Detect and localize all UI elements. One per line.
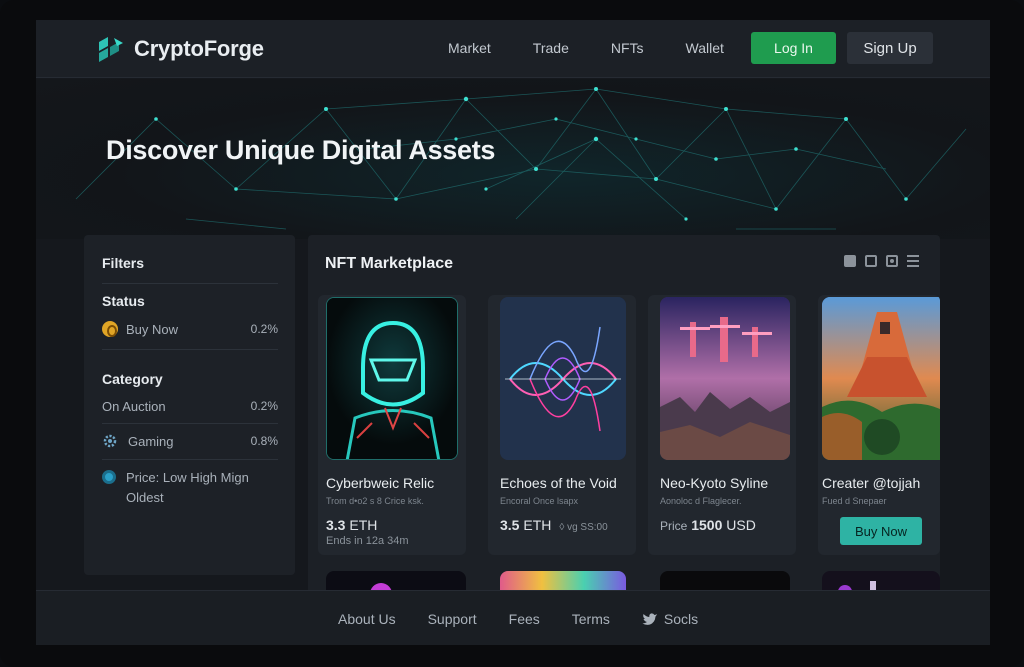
filter-value: 0.2% xyxy=(250,322,278,336)
nft-artwork[interactable] xyxy=(660,297,790,460)
nav-link-market[interactable]: Market xyxy=(448,40,491,56)
login-button[interactable]: Log In xyxy=(751,32,836,64)
footer-links: About Us Support Fees Terms Socls xyxy=(338,611,730,627)
target-view-icon[interactable] xyxy=(886,255,898,267)
nav-link-trade[interactable]: Trade xyxy=(533,40,569,56)
price-sort-label: Price: Low High Mign Oldest xyxy=(126,470,249,505)
divider xyxy=(102,423,278,424)
app-screen: CryptoForge Market Trade NFTs Wallet Log… xyxy=(36,20,990,645)
nav-link-wallet[interactable]: Wallet xyxy=(686,40,724,56)
footer-link-terms[interactable]: Terms xyxy=(572,611,610,627)
nft-name: Cyberbweic Relic xyxy=(326,475,435,491)
filter-on-auction[interactable]: On Auction 0.2% xyxy=(102,395,278,417)
hero-banner: Discover Unique Digital Assets xyxy=(36,79,990,239)
divider xyxy=(102,283,278,284)
nft-card[interactable]: Neo-Kyoto Syline Aonoloc d Flaglecer. Pr… xyxy=(648,295,796,555)
socials-label: Socls xyxy=(663,611,699,627)
nav-link-nfts[interactable]: NFTs xyxy=(611,40,644,56)
filter-label: Gaming xyxy=(128,433,174,449)
nft-price: 3.5 ETH ◊ vg SS:00 xyxy=(500,517,608,533)
marketplace-title: NFT Marketplace xyxy=(325,255,454,272)
device-bezel: CryptoForge Market Trade NFTs Wallet Log… xyxy=(0,0,1024,667)
filter-label: Buy Now xyxy=(126,321,179,337)
category-heading: Category xyxy=(102,371,163,387)
gear-icon xyxy=(103,434,117,448)
filter-gaming[interactable]: Gaming 0.8% xyxy=(102,430,278,452)
nft-name: Echoes of the Void xyxy=(500,475,617,491)
cube-logo-icon xyxy=(99,37,123,62)
filter-label: On Auction xyxy=(102,398,166,414)
coin-icon xyxy=(102,321,118,337)
view-toggle xyxy=(844,255,919,267)
nft-card[interactable]: Cyberbweic Relic Trom d•o2 s 8 Crice ksk… xyxy=(318,295,466,555)
footer-link-about[interactable]: About Us xyxy=(338,611,396,627)
toggle-icon xyxy=(102,470,116,484)
buy-now-button[interactable]: Buy Now xyxy=(840,517,922,545)
nft-name: Neo-Kyoto Syline xyxy=(660,475,769,491)
top-nav: CryptoForge Market Trade NFTs Wallet Log… xyxy=(36,20,990,78)
bird-icon xyxy=(642,613,657,625)
filters-title: Filters xyxy=(102,255,145,271)
divider xyxy=(102,459,278,460)
status-heading: Status xyxy=(102,293,145,309)
filter-buy-now[interactable]: Buy Now 0.2% xyxy=(102,318,278,340)
divider xyxy=(102,349,278,350)
brand-name: CryptoForge xyxy=(134,36,264,61)
filter-value: 0.2% xyxy=(250,399,278,413)
filter-price-sort[interactable]: Price: Low High Mign Oldest xyxy=(102,468,278,506)
nft-artwork[interactable] xyxy=(326,297,458,460)
nft-price: 3.3 ETH xyxy=(326,517,378,533)
nav-links: Market Trade NFTs Wallet xyxy=(448,40,766,56)
nft-artwork[interactable] xyxy=(500,297,626,460)
footer-link-support[interactable]: Support xyxy=(428,611,477,627)
nft-card[interactable]: Creater @tojjah Fued d Snepaer Buy Now xyxy=(818,295,940,555)
nft-subtitle: Fued d Snepaer xyxy=(822,496,887,506)
filter-value: 0.8% xyxy=(250,434,278,448)
footer: About Us Support Fees Terms Socls xyxy=(36,590,990,645)
nft-name: Creater @tojjah xyxy=(822,475,921,491)
nft-subtitle: Encoral Once lsapx xyxy=(500,496,579,506)
brand[interactable]: CryptoForge xyxy=(96,34,264,64)
nft-subtitle: Aonoloc d Flaglecer. xyxy=(660,496,742,506)
hero-title: Discover Unique Digital Assets xyxy=(106,135,496,165)
marketplace-panel: NFT Marketplace Cyberbweic Relic Trom d•… xyxy=(308,235,940,605)
nft-card[interactable]: Echoes of the Void Encoral Once lsapx 3.… xyxy=(488,295,636,555)
filters-panel: Filters Status Buy Now 0.2% Category On … xyxy=(84,235,295,575)
nft-artwork[interactable] xyxy=(822,297,940,460)
auction-timer: Ends in 12a 34m xyxy=(326,535,409,547)
signup-button[interactable]: Sign Up xyxy=(847,32,933,64)
grid-view-icon[interactable] xyxy=(844,255,856,267)
nft-price: Price 1500 USD xyxy=(660,517,756,533)
nft-subtitle: Trom d•o2 s 8 Crice ksk. xyxy=(326,496,424,506)
footer-link-fees[interactable]: Fees xyxy=(509,611,540,627)
list-view-icon[interactable] xyxy=(907,255,919,267)
footer-link-socials[interactable]: Socls xyxy=(642,611,698,627)
square-view-icon[interactable] xyxy=(865,255,877,267)
